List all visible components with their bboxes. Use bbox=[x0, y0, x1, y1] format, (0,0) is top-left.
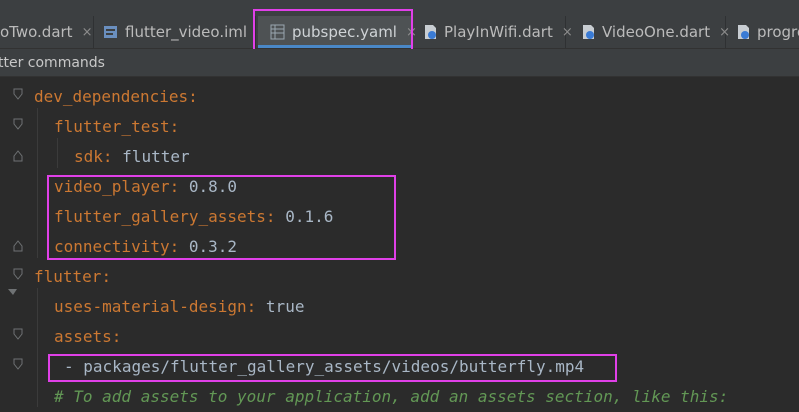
code-line: video_player: 0.8.0 bbox=[54, 177, 238, 196]
module-file-icon bbox=[103, 24, 119, 40]
fold-open-icon[interactable] bbox=[13, 358, 23, 370]
tab-otwo-dart[interactable]: oTwo.dart × bbox=[0, 16, 94, 48]
code-line: flutter: bbox=[34, 267, 112, 286]
dart-file-icon bbox=[580, 24, 596, 40]
yaml-value: true bbox=[265, 297, 305, 316]
dart-file-icon bbox=[735, 24, 751, 40]
yaml-key: dev_dependencies bbox=[34, 87, 189, 106]
tab-label: VideoOne.dart bbox=[602, 23, 711, 41]
yaml-key: uses-material-design bbox=[54, 297, 247, 316]
code-line: # To add assets to your application, add… bbox=[54, 382, 728, 412]
yaml-comment: # To add assets to your application, add… bbox=[54, 387, 729, 406]
yaml-value: flutter bbox=[122, 147, 190, 166]
yaml-key: sdk bbox=[74, 147, 103, 166]
yaml-key: connectivity bbox=[54, 237, 170, 256]
fold-end-icon[interactable] bbox=[13, 150, 23, 162]
code-editor[interactable]: dev_dependencies: flutter_test: sdk: flu… bbox=[0, 78, 799, 407]
flutter-commands-label: tter commands bbox=[0, 55, 105, 71]
code-line: flutter_test: bbox=[54, 117, 180, 136]
tab-flutter-video-iml[interactable]: flutter_video.iml × bbox=[94, 16, 267, 48]
indent-guide bbox=[57, 138, 58, 168]
tab-progress-dart[interactable]: progre bbox=[727, 16, 799, 48]
indent-guide bbox=[37, 288, 38, 407]
yaml-key: assets bbox=[54, 327, 112, 346]
tab-label: oTwo.dart bbox=[0, 23, 73, 41]
code-line: sdk: flutter bbox=[74, 147, 190, 166]
yaml-value: 0.1.6 bbox=[285, 207, 334, 226]
flutter-commands-bar[interactable]: tter commands bbox=[0, 49, 799, 77]
code-line: assets: bbox=[54, 327, 122, 346]
code-line: uses-material-design: true bbox=[54, 297, 305, 316]
code-line: - packages/flutter_gallery_assets/videos… bbox=[64, 352, 584, 382]
tab-label: progre bbox=[757, 23, 799, 41]
code-line: connectivity: 0.3.2 bbox=[54, 237, 238, 256]
yaml-value: packages/flutter_gallery_assets/videos/b… bbox=[83, 357, 585, 376]
breakpoint-arrow-icon[interactable] bbox=[7, 288, 17, 300]
yaml-key: flutter bbox=[34, 267, 102, 286]
tab-videoone-dart[interactable]: VideoOne.dart × bbox=[566, 16, 730, 48]
close-icon[interactable]: × bbox=[82, 25, 93, 40]
fold-open-icon[interactable] bbox=[13, 268, 23, 280]
fold-open-icon[interactable] bbox=[13, 118, 23, 130]
active-tab-indicator bbox=[258, 45, 412, 48]
tab-playinwifi-dart[interactable]: PlayInWifi.dart × bbox=[414, 16, 573, 48]
yaml-key: flutter_gallery_assets bbox=[54, 207, 266, 226]
yaml-value: 0.3.2 bbox=[188, 237, 238, 256]
yaml-key: video_player bbox=[54, 177, 170, 196]
yaml-value: 0.8.0 bbox=[188, 177, 238, 196]
tab-label: pubspec.yaml bbox=[292, 23, 397, 41]
fold-end-icon[interactable] bbox=[13, 240, 23, 252]
dart-file-icon bbox=[422, 24, 438, 40]
yaml-file-icon bbox=[270, 24, 286, 40]
editor-tab-bar: oTwo.dart × flutter_video.iml × pubspec.… bbox=[0, 0, 799, 58]
tab-label: flutter_video.iml bbox=[125, 23, 248, 41]
tab-label: PlayInWifi.dart bbox=[444, 23, 553, 41]
yaml-key: flutter_test bbox=[54, 117, 170, 136]
code-line: dev_dependencies: bbox=[34, 87, 198, 106]
yaml-dash: - bbox=[64, 357, 74, 376]
code-line: flutter_gallery_assets: 0.1.6 bbox=[54, 207, 334, 226]
indent-guide bbox=[37, 108, 38, 258]
fold-open-icon[interactable] bbox=[13, 88, 23, 100]
fold-open-icon[interactable] bbox=[13, 328, 23, 340]
tab-pubspec-yaml[interactable]: pubspec.yaml × bbox=[258, 16, 417, 48]
